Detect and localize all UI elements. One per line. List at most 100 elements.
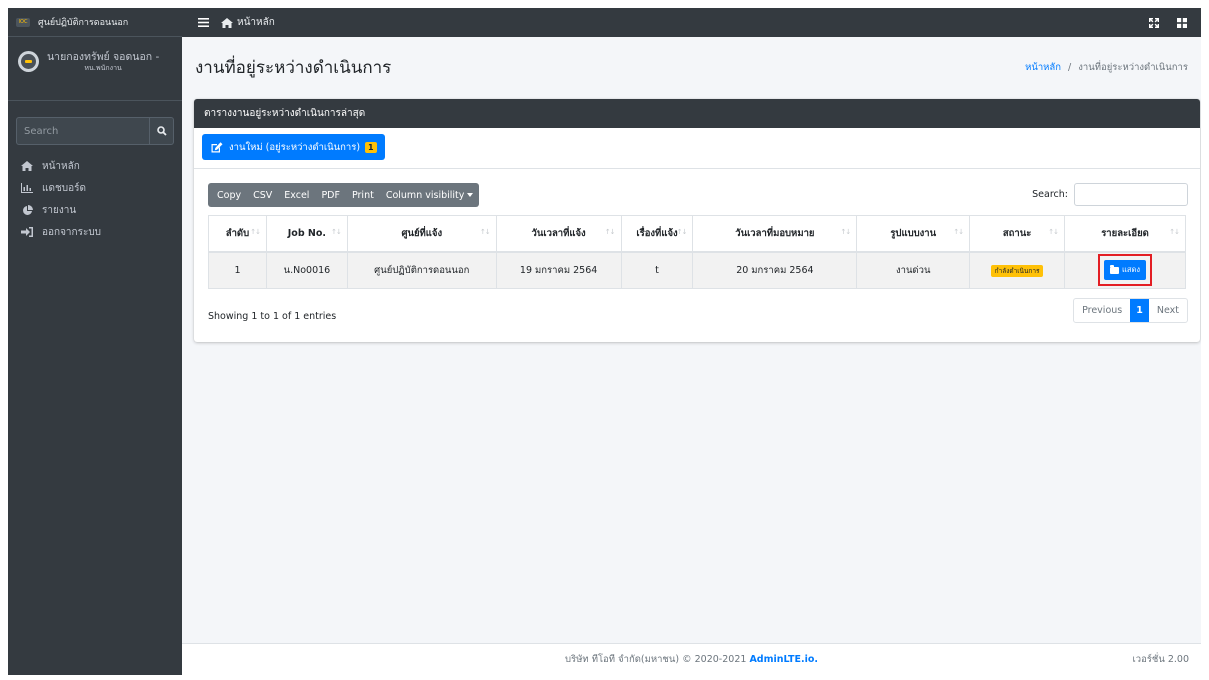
column-header-label: รูปแบบงาน <box>890 227 937 239</box>
navbar-home-label: หน้าหลัก <box>237 17 275 28</box>
menu-toggle[interactable] <box>198 18 209 27</box>
cell-subject: t <box>620 251 694 289</box>
sidebar-search <box>16 117 174 145</box>
sidebar-item-label: รายงาน <box>42 204 77 216</box>
table-info: Showing 1 to 1 of 1 entries <box>208 311 337 322</box>
sort-icon: ↑↓ <box>604 228 616 236</box>
table-search-input[interactable] <box>1074 183 1188 206</box>
sort-icon: ↑↓ <box>1048 228 1059 236</box>
show-detail-button[interactable]: แสดง <box>1104 260 1146 281</box>
table-header-row: ลำดับ ↑↓ Job No. ↑↓ ศูนย์ที่แจ้ง ↑↓ วันเวลา… <box>208 215 1186 253</box>
column-header[interactable]: รายละเอียด ↑↓ <box>1064 215 1186 253</box>
column-header-label: ศูนย์ที่แจ้ง <box>401 227 443 239</box>
table-search-label: Search: <box>1032 189 1068 200</box>
sidebar-item-home[interactable]: หน้าหลัก <box>8 155 182 177</box>
sidebar: IOC ศูนย์ปฏิบัติการดอนนอก นายกองทรัพย์ จ… <box>8 8 182 675</box>
next-page-button[interactable]: Next <box>1149 299 1187 322</box>
excel-button[interactable]: Excel <box>278 183 315 207</box>
sidebar-item-label: หน้าหลัก <box>42 160 80 172</box>
folder-icon <box>1110 264 1120 274</box>
sort-icon: ↑↓ <box>331 228 342 236</box>
sidebar-search-input[interactable] <box>17 118 149 144</box>
navbar-right <box>1149 13 1187 32</box>
search-icon <box>156 126 167 136</box>
breadcrumb-separator: / <box>1068 61 1072 73</box>
sort-icon: ↑↓ <box>1169 228 1180 236</box>
user-panel[interactable]: นายกองทรัพย์ จอดนอก - หน.พนักงาน <box>8 37 182 101</box>
brand-link[interactable]: IOC ศูนย์ปฏิบัติการดอนนอก <box>8 8 182 37</box>
sidebar-item-label: ออกจากระบบ <box>42 226 102 238</box>
column-header[interactable]: เรื่องที่แจ้ง ↑↓ <box>620 215 694 253</box>
sidebar-item-dashboard[interactable]: แดชบอร์ด <box>8 177 182 199</box>
column-header[interactable]: สถานะ ↑↓ <box>969 215 1066 253</box>
footer-copyright: บริษัท ทีโอที จำกัด(มหาชน) © 2020-2021 A… <box>182 652 1201 667</box>
sign-out-icon <box>20 227 34 237</box>
cell-center: ศูนย์ปฏิบัติการดอนนอก <box>346 251 497 289</box>
cell-job-type: งานด่วน <box>856 251 971 289</box>
breadcrumb: หน้าหลัก / งานที่อยู่ระหว่างดำเนินการ <box>1025 60 1188 75</box>
sort-icon: ↑↓ <box>676 228 688 236</box>
sidebar-item-report[interactable]: รายงาน <box>8 199 182 221</box>
breadcrumb-current: งานที่อยู่ระหว่างดำเนินการ <box>1078 61 1188 73</box>
content-wrapper: งานที่อยู่ระหว่างดำเนินการ หน้าหลัก / งา… <box>182 37 1201 643</box>
card-title: ตารางงานอยู่ระหว่างดำเนินการล่าสุด <box>194 99 1200 128</box>
cell-job-no: น.No0016 <box>265 251 348 289</box>
search-button[interactable] <box>149 118 173 144</box>
column-header-label: Job No. <box>287 227 327 239</box>
column-header-label: วันเวลาที่มอบหมาย <box>735 227 815 239</box>
column-header[interactable]: ลำดับ ↑↓ <box>208 215 267 253</box>
print-button[interactable]: Print <box>346 183 380 207</box>
highlight-box: แสดง <box>1098 254 1152 287</box>
user-name: นายกองทรัพย์ จอดนอก - <box>47 51 160 63</box>
sidebar-item-logout[interactable]: ออกจากระบบ <box>8 221 182 243</box>
cell-status: กำลังดำเนินการ <box>969 251 1066 289</box>
grid-icon <box>1177 18 1187 28</box>
page-1-button[interactable]: 1 <box>1130 299 1149 322</box>
column-header-label: วันเวลาที่แจ้ง <box>531 227 586 239</box>
home-icon <box>221 17 233 28</box>
brand-logo: IOC <box>16 17 30 27</box>
table-row: 1 น.No0016 ศูนย์ปฏิบัติการดอนนอก 19 มกรา… <box>208 251 1186 289</box>
column-header-label: เรื่องที่แจ้ง <box>636 227 678 239</box>
jobs-card: ตารางงานอยู่ระหว่างดำเนินการล่าสุด งานให… <box>194 99 1200 342</box>
status-badge: กำลังดำเนินการ <box>990 264 1044 277</box>
footer-link[interactable]: AdminLTE.io. <box>749 654 818 665</box>
control-sidebar-button[interactable] <box>1177 13 1187 32</box>
footer: บริษัท ทีโอที จำกัด(มหาชน) © 2020-2021 A… <box>182 643 1201 675</box>
column-header-label: รายละเอียด <box>1101 227 1149 239</box>
pdf-button[interactable]: PDF <box>315 183 346 207</box>
cell-assigned-at: 20 มกราคม 2564 <box>692 251 858 289</box>
user-role: หน.พนักงาน <box>84 64 122 72</box>
export-buttons: Copy CSV Excel PDF Print Column visibili… <box>208 183 480 207</box>
new-job-button[interactable]: งานใหม่ (อยู่ระหว่างดำเนินการ) 1 <box>202 134 385 160</box>
card-divider <box>194 168 1200 169</box>
column-header[interactable]: วันเวลาที่มอบหมาย ↑↓ <box>692 215 858 253</box>
cell-reported-at: 19 มกราคม 2564 <box>495 251 622 289</box>
column-header[interactable]: Job No. ↑↓ <box>265 215 348 253</box>
csv-button[interactable]: CSV <box>247 183 278 207</box>
jobs-table: ลำดับ ↑↓ Job No. ↑↓ ศูนย์ที่แจ้ง ↑↓ วันเวลา… <box>208 215 1186 289</box>
sort-icon: ↑↓ <box>953 228 964 236</box>
fullscreen-icon <box>1149 18 1159 28</box>
breadcrumb-home-link[interactable]: หน้าหลัก <box>1025 62 1061 73</box>
column-header[interactable]: วันเวลาที่แจ้ง ↑↓ <box>495 215 622 253</box>
avatar <box>18 51 39 72</box>
fullscreen-button[interactable] <box>1149 13 1159 32</box>
column-visibility-button[interactable]: Column visibility <box>380 183 480 207</box>
table-search: Search: <box>1032 183 1188 206</box>
hamburger-icon <box>198 18 209 27</box>
previous-page-button[interactable]: Previous <box>1074 299 1130 322</box>
column-header-label: สถานะ <box>1002 227 1032 239</box>
caret-down-icon <box>467 193 474 197</box>
sidebar-item-label: แดชบอร์ด <box>42 182 86 194</box>
column-header[interactable]: รูปแบบงาน ↑↓ <box>856 215 971 253</box>
chart-icon <box>20 183 34 193</box>
brand-name: ศูนย์ปฏิบัติการดอนนอก <box>38 18 129 28</box>
sidebar-nav: หน้าหลัก แดชบอร์ด รายงาน ออกจากระบบ <box>8 155 182 243</box>
column-header[interactable]: ศูนย์ที่แจ้ง ↑↓ <box>346 215 497 253</box>
footer-version: เวอร์ชั่น 2.00 <box>1132 654 1189 665</box>
pie-chart-icon <box>20 204 34 216</box>
copy-button[interactable]: Copy <box>208 183 247 207</box>
navbar-home-link[interactable]: หน้าหลัก <box>221 15 275 30</box>
top-navbar: หน้าหลัก <box>182 8 1201 37</box>
